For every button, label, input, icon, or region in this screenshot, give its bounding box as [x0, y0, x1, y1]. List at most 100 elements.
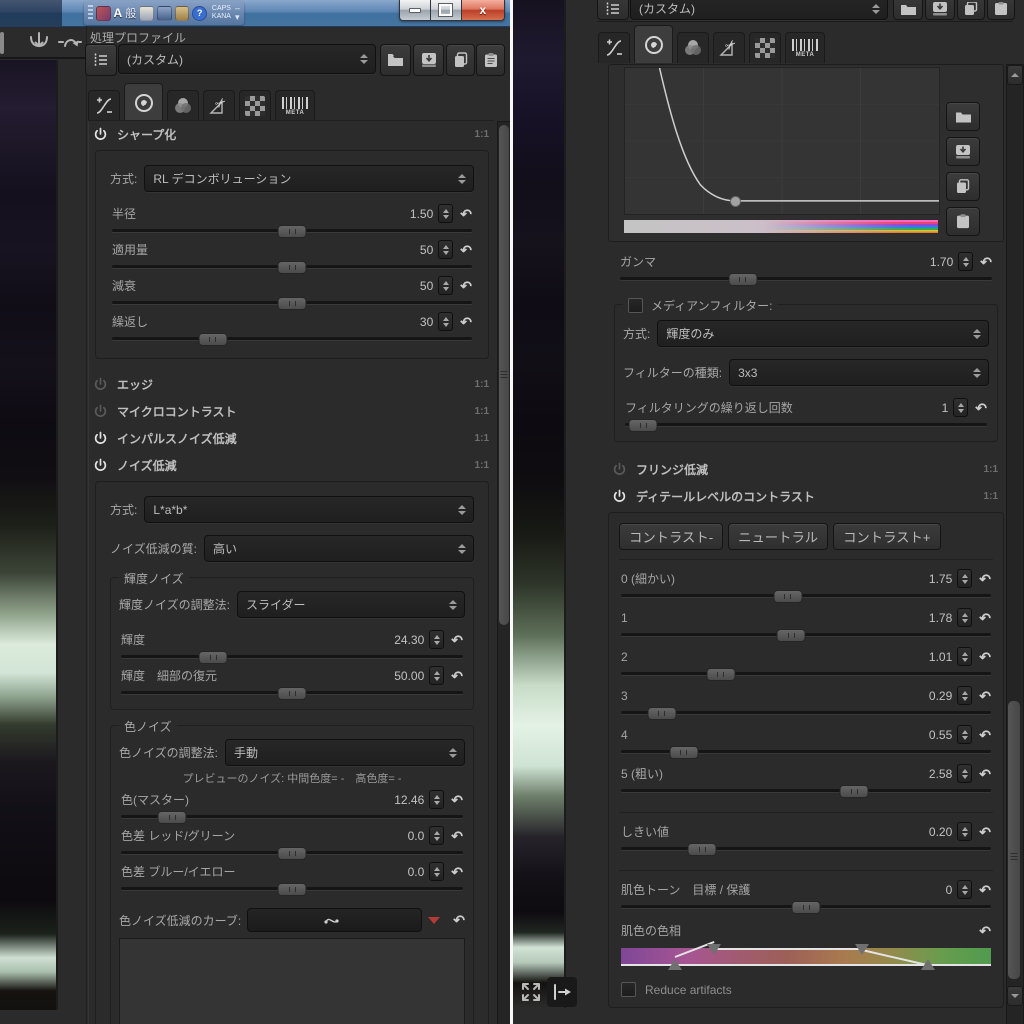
- tab-color[interactable]: [167, 90, 199, 121]
- slider-track[interactable]: [621, 590, 991, 603]
- slider-track[interactable]: [121, 847, 463, 860]
- reset-icon[interactable]: ↶: [453, 913, 465, 927]
- right-scrollbar[interactable]: [1006, 64, 1024, 1024]
- ime-caps-indicator[interactable]: CAPS: [212, 5, 231, 13]
- ime-pad-icon[interactable]: [156, 5, 172, 21]
- reset-icon[interactable]: ↶: [979, 825, 991, 839]
- spinner[interactable]: [957, 764, 973, 783]
- reset-icon[interactable]: ↶: [979, 689, 991, 703]
- spinner[interactable]: [957, 569, 973, 588]
- copy-curve-button[interactable]: [946, 172, 980, 201]
- tab-raw[interactable]: [749, 32, 781, 63]
- spinner[interactable]: [957, 725, 973, 744]
- luminance-method-dropdown[interactable]: スライダー: [236, 591, 465, 618]
- slider-thumb[interactable]: [277, 261, 307, 274]
- close-button[interactable]: x: [460, 0, 505, 21]
- restore-button[interactable]: [430, 0, 461, 21]
- copy-profile-button[interactable]: [957, 0, 985, 20]
- chroma-curve-editor[interactable]: [119, 938, 465, 1024]
- slider-thumb[interactable]: [669, 746, 699, 759]
- power-icon[interactable]: [612, 462, 627, 477]
- slider-track[interactable]: [621, 785, 991, 798]
- contrast-plus-button[interactable]: コントラスト+: [833, 523, 941, 550]
- power-icon[interactable]: [93, 127, 108, 142]
- noise-header[interactable]: ノイズ低減 1:1: [89, 452, 495, 479]
- paste-profile-button[interactable]: [987, 0, 1015, 20]
- reset-icon[interactable]: ↶: [451, 793, 463, 807]
- tab-detail[interactable]: [124, 83, 163, 121]
- hue-handle-top-left[interactable]: [706, 944, 721, 955]
- slider-track[interactable]: [621, 707, 991, 720]
- median-method-dropdown[interactable]: 輝度のみ: [657, 320, 989, 347]
- slider-track[interactable]: [121, 883, 463, 896]
- slider-track[interactable]: [621, 901, 991, 914]
- sharpen-header[interactable]: シャープ化 1:1: [89, 121, 495, 148]
- slider-track[interactable]: [121, 651, 463, 664]
- reset-icon[interactable]: ↶: [460, 207, 472, 221]
- reset-icon[interactable]: ↶: [460, 315, 472, 329]
- power-icon[interactable]: [93, 404, 108, 419]
- tab-color[interactable]: [677, 32, 709, 63]
- slider-track[interactable]: [621, 746, 991, 759]
- spinner[interactable]: [438, 204, 454, 223]
- rotate-tool-icon[interactable]: [57, 30, 83, 54]
- spinner[interactable]: [957, 608, 973, 627]
- hue-handle-bottom-left[interactable]: [667, 959, 682, 970]
- ime-grip-icon[interactable]: [88, 5, 93, 21]
- pick-tool-icon[interactable]: [26, 29, 52, 55]
- noise-quality-dropdown[interactable]: 高い: [203, 535, 474, 562]
- tab-exposure[interactable]: [88, 90, 120, 121]
- profile-fill-mode-button[interactable]: [597, 0, 629, 20]
- ime-help-icon[interactable]: ?: [192, 5, 207, 21]
- reset-icon[interactable]: ↶: [979, 611, 991, 625]
- neutral-button[interactable]: ニュートラル: [728, 523, 829, 550]
- slider-thumb[interactable]: [277, 225, 307, 238]
- slider-thumb[interactable]: [157, 811, 187, 824]
- slider-track[interactable]: [112, 225, 472, 238]
- power-icon[interactable]: [93, 377, 108, 392]
- power-icon[interactable]: [93, 458, 108, 473]
- hue-handle-bottom-right[interactable]: [921, 959, 936, 970]
- tab-transform[interactable]: ✂: [203, 90, 235, 121]
- wavelet-header[interactable]: ウェーブレットのレベル 1:1: [608, 1018, 1004, 1024]
- chroma-method-dropdown[interactable]: 手動: [224, 739, 465, 766]
- spinner[interactable]: [957, 647, 973, 666]
- profile-dropdown[interactable]: (カスタム): [118, 44, 376, 74]
- right-scrollbar-thumb[interactable]: [1008, 701, 1020, 979]
- spinner[interactable]: [429, 666, 445, 685]
- tab-metadata[interactable]: META: [275, 90, 315, 121]
- load-profile-button[interactable]: [380, 44, 411, 76]
- noise-method-dropdown[interactable]: L*a*b*: [144, 496, 474, 523]
- ime-dictionary-icon[interactable]: [139, 5, 154, 21]
- slider-thumb[interactable]: [687, 843, 717, 856]
- slider-thumb[interactable]: [277, 687, 307, 700]
- slider-thumb[interactable]: [791, 901, 821, 914]
- reset-icon[interactable]: ↶: [979, 924, 991, 938]
- copy-profile-button[interactable]: [446, 44, 475, 76]
- profile-fill-mode-button[interactable]: [85, 44, 117, 76]
- ime-conversion-mode[interactable]: 般: [125, 5, 136, 21]
- tab-raw[interactable]: [239, 90, 271, 121]
- paste-curve-button[interactable]: [946, 207, 980, 236]
- hue-handle-top-right[interactable]: [854, 944, 869, 955]
- slider-thumb[interactable]: [776, 629, 806, 642]
- edges-header[interactable]: エッジ 1:1: [89, 371, 495, 398]
- spinner[interactable]: [957, 686, 973, 705]
- curve-editor[interactable]: [624, 67, 940, 215]
- slider-thumb[interactable]: [706, 668, 736, 681]
- detail-contrast-header[interactable]: ディテールレベルのコントラスト 1:1: [608, 483, 1004, 510]
- reset-icon[interactable]: ↶: [460, 243, 472, 257]
- fit-to-screen-button[interactable]: [519, 980, 543, 1004]
- median-type-dropdown[interactable]: 3x3: [729, 359, 989, 386]
- reset-icon[interactable]: ↶: [975, 401, 987, 415]
- slider-thumb[interactable]: [277, 847, 307, 860]
- spinner[interactable]: [438, 276, 454, 295]
- save-profile-button[interactable]: [925, 0, 955, 20]
- slider-thumb[interactable]: [728, 273, 758, 286]
- reset-icon[interactable]: ↶: [979, 728, 991, 742]
- scroll-up-button[interactable]: [1007, 65, 1023, 85]
- ime-kana-indicator[interactable]: KANA: [212, 13, 231, 21]
- slider-track[interactable]: [112, 261, 472, 274]
- reset-icon[interactable]: ↶: [979, 767, 991, 781]
- spinner[interactable]: [429, 790, 445, 809]
